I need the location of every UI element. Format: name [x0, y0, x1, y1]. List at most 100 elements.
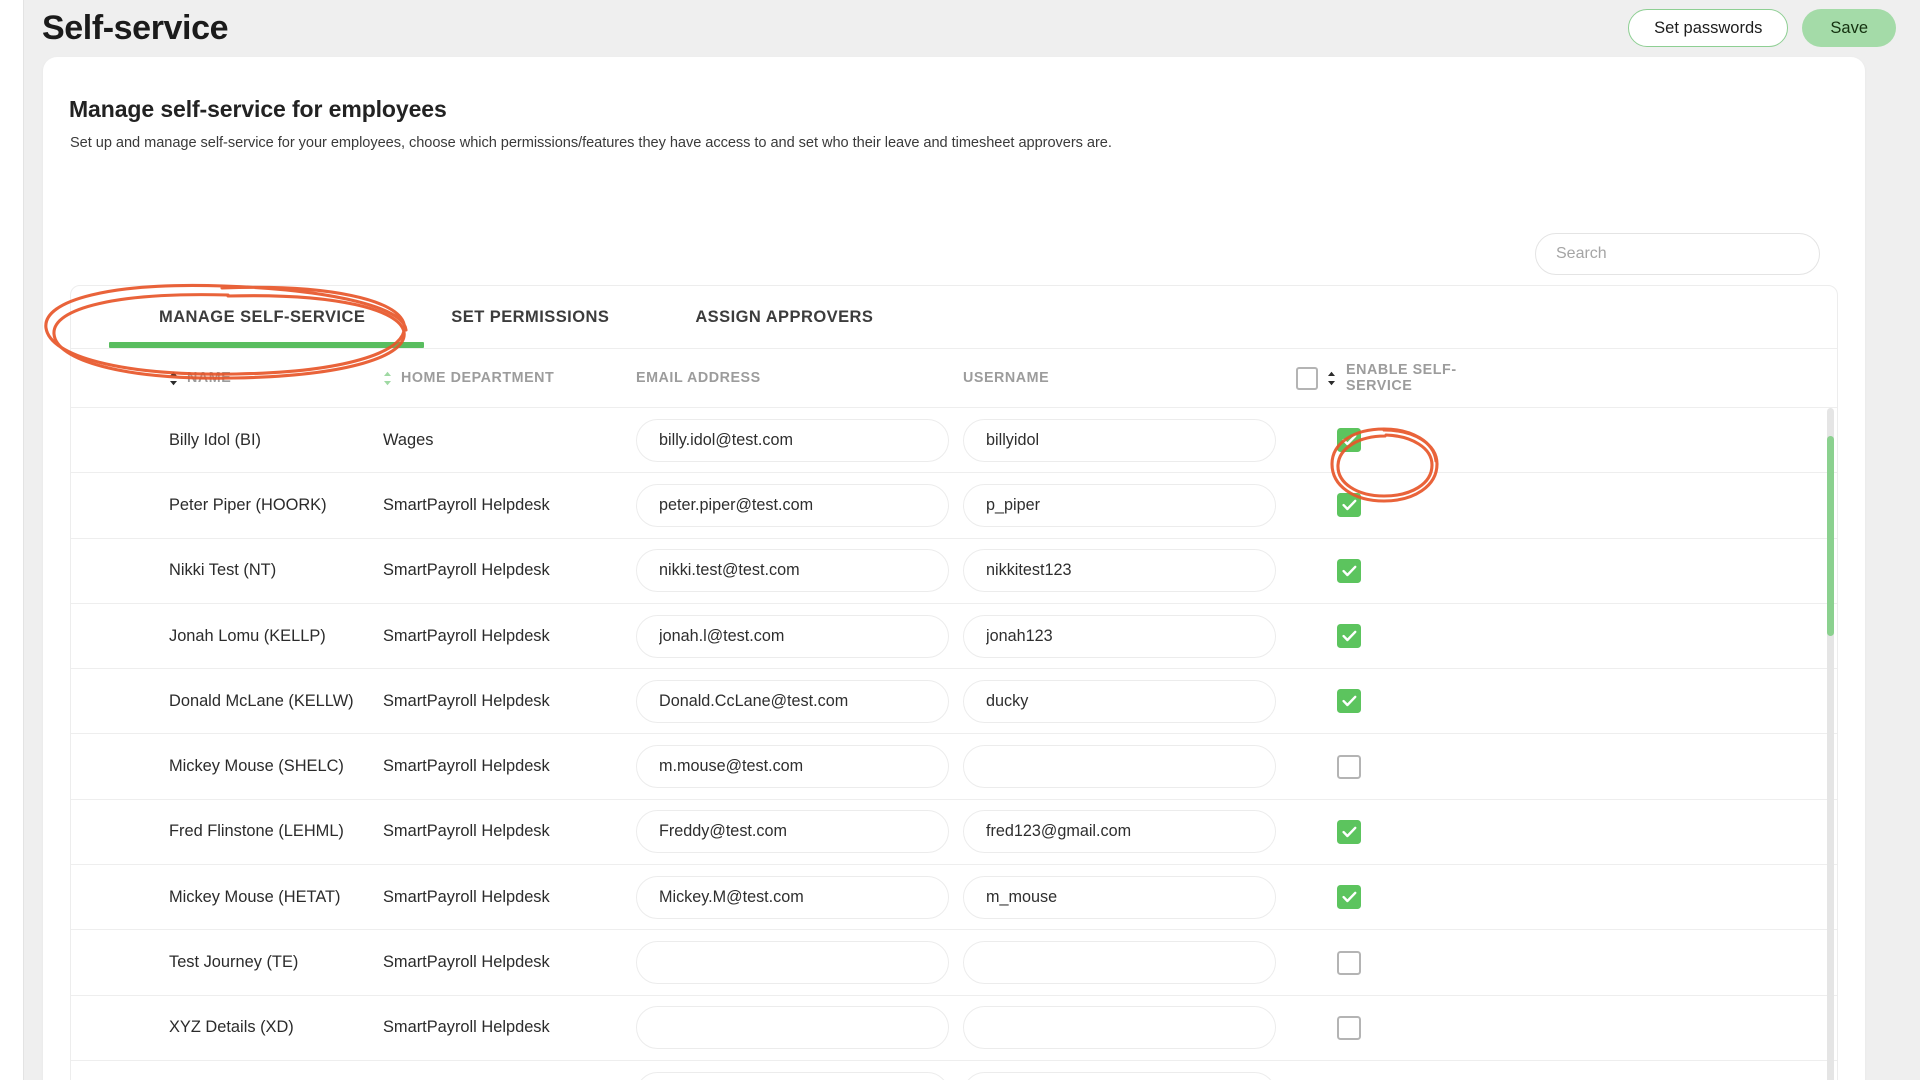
cell-email — [636, 483, 963, 527]
tab-manage-self-service[interactable]: MANAGE SELF-SERVICE — [71, 286, 399, 348]
email-field[interactable] — [636, 483, 949, 527]
cell-email — [636, 614, 963, 658]
cell-email — [636, 549, 963, 593]
tab-set-permissions[interactable]: SET PERMISSIONS — [399, 286, 643, 348]
sort-arrows-icon[interactable] — [169, 371, 178, 386]
cell-department: SmartPayroll Helpdesk — [383, 1018, 550, 1037]
column-header-email-label: EMAIL ADDRESS — [636, 370, 761, 386]
cell-enable — [1296, 689, 1716, 714]
cell-name: Nikki Test (NT) — [169, 561, 277, 580]
table-row: Fred Flinstone (LEHML) SmartPayroll Helpd… — [71, 799, 1837, 866]
content-card: Manage self-service for employees Set up… — [43, 57, 1865, 1080]
enable-self-service-checkbox[interactable] — [1337, 950, 1361, 975]
column-header-enable-label: ENABLE SELF-SERVICE — [1346, 362, 1457, 394]
enable-self-service-checkbox[interactable] — [1337, 885, 1361, 910]
column-header-name-label: NAME — [187, 370, 232, 386]
sort-arrows-icon[interactable] — [1327, 371, 1336, 386]
enable-self-service-checkbox[interactable] — [1337, 428, 1361, 453]
column-header-username: USERNAME — [963, 370, 1296, 386]
cell-department: SmartPayroll Helpdesk — [383, 691, 550, 710]
column-header-email: EMAIL ADDRESS — [636, 370, 963, 386]
username-field[interactable] — [963, 1006, 1276, 1050]
email-field[interactable] — [636, 614, 949, 658]
cell-username — [963, 679, 1296, 723]
cell-department: SmartPayroll Helpdesk — [383, 757, 550, 776]
username-field[interactable] — [963, 1071, 1276, 1080]
username-field[interactable] — [963, 810, 1276, 854]
username-field[interactable] — [963, 941, 1276, 985]
enable-self-service-checkbox[interactable] — [1337, 1015, 1361, 1040]
table-row: Peter Piper (HOORK) SmartPayroll Helpdesk — [71, 473, 1837, 539]
email-field[interactable] — [636, 549, 949, 593]
column-header-name[interactable]: NAME — [71, 370, 383, 386]
cell-name: Jonah Lomu (KELLP) — [169, 626, 326, 645]
email-field[interactable] — [636, 679, 949, 723]
enable-self-service-checkbox[interactable] — [1337, 819, 1361, 844]
set-passwords-button[interactable]: Set passwords — [1628, 9, 1789, 47]
username-field[interactable] — [963, 875, 1276, 919]
enable-self-service-checkbox[interactable] — [1337, 493, 1361, 518]
table-row: Billy Idol (BI) Wages — [71, 408, 1837, 474]
cell-name: Billy Idol (BI) — [169, 430, 261, 449]
cell-department: SmartPayroll Helpdesk — [383, 822, 550, 841]
table-row: Test Journey (TE) SmartPayroll Helpdesk — [71, 930, 1837, 996]
email-field[interactable] — [636, 1071, 949, 1080]
table-panel: MANAGE SELF-SERVICE SET PERMISSIONS ASSI… — [70, 285, 1838, 1080]
cell-department: SmartPayroll Helpdesk — [383, 495, 550, 514]
cell-email — [636, 1071, 963, 1080]
save-button[interactable]: Save — [1802, 9, 1896, 47]
cell-enable — [1296, 754, 1716, 779]
table-row — [71, 1060, 1837, 1080]
email-field[interactable] — [636, 418, 949, 462]
table-row: Nikki Test (NT) SmartPayroll Helpdesk — [71, 538, 1837, 604]
cell-username — [963, 483, 1296, 527]
cell-username — [963, 614, 1296, 658]
email-field[interactable] — [636, 810, 949, 854]
cell-department: SmartPayroll Helpdesk — [383, 887, 550, 906]
username-field[interactable] — [963, 745, 1276, 789]
tab-assign-approvers[interactable]: ASSIGN APPROVERS — [643, 286, 907, 348]
cell-name: Fred Flinstone (LEHML) — [169, 822, 344, 841]
select-all-checkbox[interactable] — [1296, 366, 1318, 390]
cell-email — [636, 679, 963, 723]
top-bar: Self-service Set passwords Save — [24, 0, 1920, 56]
cell-username — [963, 875, 1296, 919]
sort-arrows-icon[interactable] — [383, 371, 392, 386]
search-input[interactable] — [1535, 233, 1820, 275]
self-service-page: Self-service Set passwords Save Manage s… — [0, 0, 1920, 1080]
cell-enable — [1296, 493, 1716, 518]
search-container — [1535, 233, 1820, 275]
table-header-row: NAME HOME DEPARTMENT EMAIL ADDRESS USERN… — [71, 348, 1837, 408]
table-scrollbar-track[interactable] — [1827, 408, 1834, 1080]
column-header-department[interactable]: HOME DEPARTMENT — [383, 370, 636, 386]
username-field[interactable] — [963, 483, 1276, 527]
cell-username — [963, 941, 1296, 985]
cell-username — [963, 1071, 1296, 1080]
email-field[interactable] — [636, 941, 949, 985]
cell-name: XYZ Details (XD) — [169, 1018, 294, 1037]
table-row: Jonah Lomu (KELLP) SmartPayroll Helpdesk — [71, 603, 1837, 670]
cell-email — [636, 745, 963, 789]
card-subtitle: Set up and manage self-service for your … — [70, 135, 1112, 151]
username-field[interactable] — [963, 549, 1276, 593]
enable-self-service-checkbox[interactable] — [1337, 558, 1361, 583]
username-field[interactable] — [963, 418, 1276, 462]
cell-name: Mickey Mouse (HETAT) — [169, 887, 341, 906]
tab-bar: MANAGE SELF-SERVICE SET PERMISSIONS ASSI… — [71, 286, 1837, 348]
email-field[interactable] — [636, 745, 949, 789]
cell-email — [636, 418, 963, 462]
email-field[interactable] — [636, 1006, 949, 1050]
username-field[interactable] — [963, 614, 1276, 658]
enable-self-service-checkbox[interactable] — [1337, 689, 1361, 714]
username-field[interactable] — [963, 679, 1276, 723]
cell-enable — [1296, 819, 1716, 844]
table-scrollbar-thumb[interactable] — [1827, 436, 1834, 636]
column-header-username-label: USERNAME — [963, 370, 1050, 386]
email-field[interactable] — [636, 875, 949, 919]
cell-enable — [1296, 885, 1716, 910]
active-tab-indicator — [109, 342, 424, 348]
enable-self-service-checkbox[interactable] — [1337, 624, 1361, 649]
enable-self-service-checkbox[interactable] — [1337, 754, 1361, 779]
cell-enable — [1296, 1015, 1716, 1040]
cell-department: SmartPayroll Helpdesk — [383, 953, 550, 972]
